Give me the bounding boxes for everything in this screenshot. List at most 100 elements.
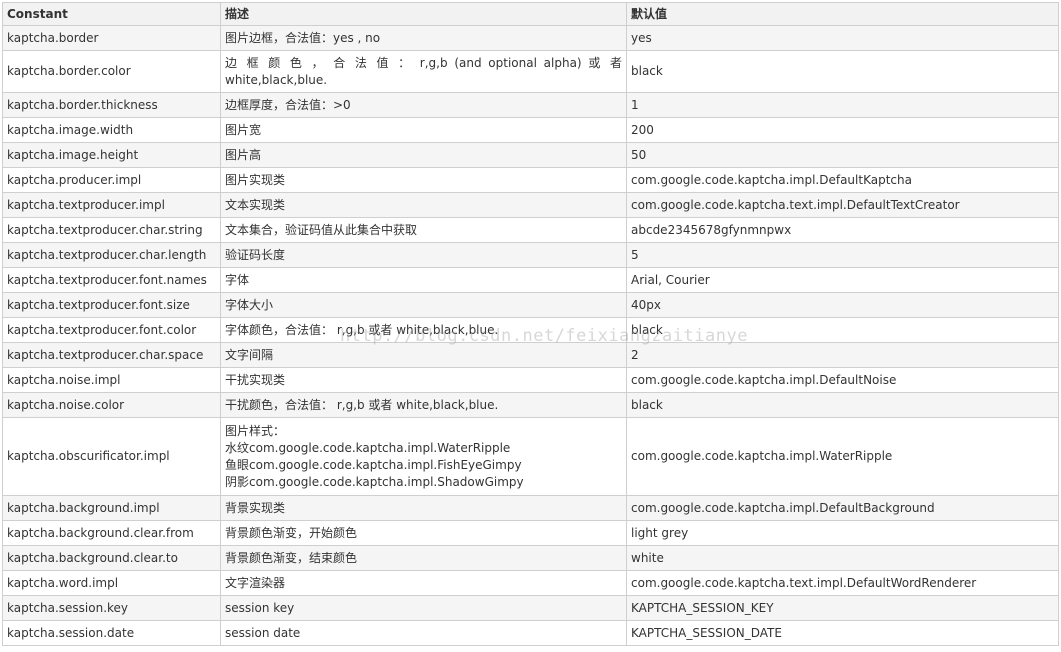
column-header-constant: Constant: [2, 2, 221, 26]
cell-constant: kaptcha.image.width: [2, 117, 221, 143]
cell-constant: kaptcha.image.height: [2, 142, 221, 168]
cell-constant: kaptcha.noise.color: [2, 392, 221, 418]
cell-default: 2: [626, 342, 1059, 368]
cell-default: black: [626, 392, 1059, 418]
cell-constant: kaptcha.session.key: [2, 595, 221, 621]
cell-constant: kaptcha.session.date: [2, 620, 221, 646]
table-row: kaptcha.session.key session key KAPTCHA_…: [2, 595, 1059, 621]
cell-constant: kaptcha.producer.impl: [2, 167, 221, 193]
cell-constant: kaptcha.border.color: [2, 50, 221, 93]
cell-default: com.google.code.kaptcha.text.impl.Defaul…: [626, 192, 1059, 218]
table-row: kaptcha.image.height 图片高 50: [2, 142, 1059, 168]
cell-constant: kaptcha.border.thickness: [2, 92, 221, 118]
cell-default: 200: [626, 117, 1059, 143]
table-row: kaptcha.border.color 边 框 颜 色 ， 合 法 值 ： r…: [2, 50, 1059, 93]
cell-description: 图片宽: [220, 117, 627, 143]
cell-constant: kaptcha.textproducer.font.size: [2, 292, 221, 318]
cell-description: 字体大小: [220, 292, 627, 318]
cell-constant: kaptcha.background.clear.from: [2, 520, 221, 546]
table-row: kaptcha.textproducer.char.string 文本集合，验证…: [2, 217, 1059, 243]
cell-constant: kaptcha.background.clear.to: [2, 545, 221, 571]
description-line: white,black,blue.: [225, 72, 328, 87]
cell-description: 文本集合，验证码值从此集合中获取: [220, 217, 627, 243]
cell-default: 1: [626, 92, 1059, 118]
cell-constant: kaptcha.textproducer.impl: [2, 192, 221, 218]
cell-constant: kaptcha.word.impl: [2, 570, 221, 596]
description-line: 边 框 颜 色 ， 合 法 值 ： r,g,b (and optional al…: [225, 55, 622, 70]
table-row: kaptcha.textproducer.font.size 字体大小 40px: [2, 292, 1059, 318]
cell-description: session key: [220, 595, 627, 621]
table-row: kaptcha.producer.impl 图片实现类 com.google.c…: [2, 167, 1059, 193]
cell-constant: kaptcha.noise.impl: [2, 367, 221, 393]
table-row: kaptcha.noise.impl 干扰实现类 com.google.code…: [2, 367, 1059, 393]
kaptcha-config-table: Constant 描述 默认值 kaptcha.border 图片边框，合法值：…: [2, 2, 1059, 646]
table-row: kaptcha.textproducer.font.color 字体颜色，合法值…: [2, 317, 1059, 343]
cell-default: KAPTCHA_SESSION_KEY: [626, 595, 1059, 621]
description-line: 水纹com.google.code.kaptcha.impl.WaterRipp…: [225, 440, 511, 455]
table-row: kaptcha.word.impl 文字渲染器 com.google.code.…: [2, 570, 1059, 596]
table-row: kaptcha.border 图片边框，合法值：yes , no yes: [2, 25, 1059, 51]
cell-description: 边框厚度，合法值：>0: [220, 92, 627, 118]
cell-default: 50: [626, 142, 1059, 168]
cell-constant: kaptcha.obscurificator.impl: [2, 417, 221, 496]
table-row: kaptcha.textproducer.char.space 文字间隔 2: [2, 342, 1059, 368]
table-body: kaptcha.border 图片边框，合法值：yes , no yes kap…: [2, 25, 1059, 646]
cell-description: 干扰颜色，合法值： r,g,b 或者 white,black,blue.: [220, 392, 627, 418]
cell-default: light grey: [626, 520, 1059, 546]
cell-default: com.google.code.kaptcha.impl.DefaultKapt…: [626, 167, 1059, 193]
table-row: kaptcha.obscurificator.impl 图片样式： 水纹com.…: [2, 417, 1059, 496]
table-row: kaptcha.background.clear.from 背景颜色渐变，开始颜…: [2, 520, 1059, 546]
cell-description: 背景实现类: [220, 495, 627, 521]
cell-constant: kaptcha.textproducer.char.space: [2, 342, 221, 368]
table-row: kaptcha.background.clear.to 背景颜色渐变，结束颜色 …: [2, 545, 1059, 571]
cell-default: KAPTCHA_SESSION_DATE: [626, 620, 1059, 646]
cell-description: 图片边框，合法值：yes , no: [220, 25, 627, 51]
table-row: kaptcha.session.date session date KAPTCH…: [2, 620, 1059, 646]
table-row: kaptcha.textproducer.char.length 验证码长度 5: [2, 242, 1059, 268]
cell-constant: kaptcha.textproducer.font.names: [2, 267, 221, 293]
cell-default: com.google.code.kaptcha.text.impl.Defaul…: [626, 570, 1059, 596]
header-row: Constant 描述 默认值: [2, 2, 1059, 26]
cell-default: 5: [626, 242, 1059, 268]
column-header-description: 描述: [220, 2, 627, 26]
table-row: kaptcha.background.impl 背景实现类 com.google…: [2, 495, 1059, 521]
cell-description: 图片样式： 水纹com.google.code.kaptcha.impl.Wat…: [220, 417, 627, 496]
cell-default: abcde2345678gfynmnpwx: [626, 217, 1059, 243]
cell-default: com.google.code.kaptcha.impl.WaterRipple: [626, 417, 1059, 496]
table-row: kaptcha.noise.color 干扰颜色，合法值： r,g,b 或者 w…: [2, 392, 1059, 418]
cell-default: white: [626, 545, 1059, 571]
cell-description: 边 框 颜 色 ， 合 法 值 ： r,g,b (and optional al…: [220, 50, 627, 93]
cell-description: 背景颜色渐变，结束颜色: [220, 545, 627, 571]
description-line: 阴影com.google.code.kaptcha.impl.ShadowGim…: [225, 474, 524, 489]
cell-description: session date: [220, 620, 627, 646]
cell-constant: kaptcha.textproducer.char.length: [2, 242, 221, 268]
cell-default: black: [626, 317, 1059, 343]
cell-constant: kaptcha.border: [2, 25, 221, 51]
description-line: 鱼眼com.google.code.kaptcha.impl.FishEyeGi…: [225, 457, 522, 472]
cell-description: 文字渲染器: [220, 570, 627, 596]
cell-default: com.google.code.kaptcha.impl.DefaultBack…: [626, 495, 1059, 521]
cell-description: 字体颜色，合法值： r,g,b 或者 white,black,blue.: [220, 317, 627, 343]
cell-description: 干扰实现类: [220, 367, 627, 393]
cell-default: Arial, Courier: [626, 267, 1059, 293]
cell-description: 文本实现类: [220, 192, 627, 218]
cell-constant: kaptcha.background.impl: [2, 495, 221, 521]
cell-default: yes: [626, 25, 1059, 51]
table-row: kaptcha.textproducer.font.names 字体 Arial…: [2, 267, 1059, 293]
cell-default: com.google.code.kaptcha.impl.DefaultNois…: [626, 367, 1059, 393]
cell-constant: kaptcha.textproducer.char.string: [2, 217, 221, 243]
cell-description: 文字间隔: [220, 342, 627, 368]
config-table-container: Constant 描述 默认值 kaptcha.border 图片边框，合法值：…: [2, 2, 1059, 646]
cell-description: 背景颜色渐变，开始颜色: [220, 520, 627, 546]
cell-description: 字体: [220, 267, 627, 293]
description-line: 图片样式：: [225, 423, 286, 438]
cell-default: 40px: [626, 292, 1059, 318]
table-row: kaptcha.textproducer.impl 文本实现类 com.goog…: [2, 192, 1059, 218]
cell-description: 图片实现类: [220, 167, 627, 193]
column-header-default: 默认值: [626, 2, 1059, 26]
cell-description: 图片高: [220, 142, 627, 168]
cell-constant: kaptcha.textproducer.font.color: [2, 317, 221, 343]
table-header: Constant 描述 默认值: [2, 2, 1059, 26]
cell-default: black: [626, 50, 1059, 93]
table-row: kaptcha.border.thickness 边框厚度，合法值：>0 1: [2, 92, 1059, 118]
